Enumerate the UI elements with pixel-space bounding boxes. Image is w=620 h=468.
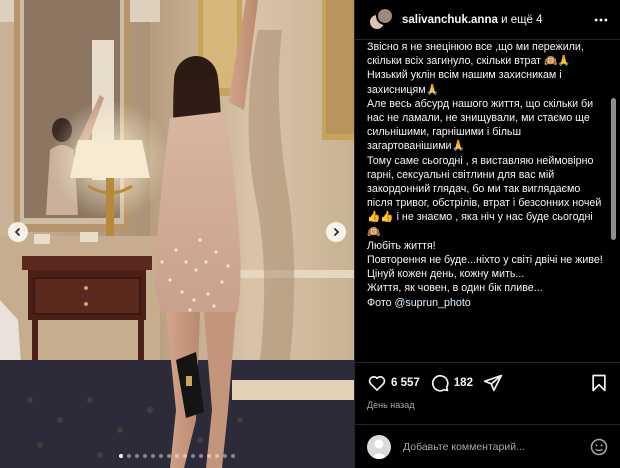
comment-count[interactable]: 182 (454, 377, 473, 389)
chevron-left-icon (14, 227, 21, 237)
caption-line: Життя, як човен, в один бік пливе... (367, 282, 543, 295)
default-user-icon (370, 439, 388, 459)
photographer-mention-link[interactable]: @suprun_photo (395, 297, 471, 309)
caption-line: Повторення не буде...ніхто у світі двічі… (367, 254, 603, 267)
caption-line: Цінуй кожен день, кожну мить... (367, 268, 525, 281)
carousel-dot[interactable] (215, 454, 219, 458)
carousel-dot[interactable] (183, 454, 187, 458)
share-button[interactable] (483, 373, 503, 393)
carousel-dot[interactable] (135, 454, 139, 458)
carousel-dot[interactable] (167, 454, 171, 458)
carousel-dot[interactable] (175, 454, 179, 458)
carousel-dot[interactable] (143, 454, 147, 458)
comment-input[interactable] (403, 440, 589, 453)
photo-scene (0, 0, 354, 468)
caption-line: Любіть життя! (367, 239, 436, 252)
comment-composer (355, 424, 620, 468)
caption-line: Низький уклін всім нашим захисникам і за… (367, 69, 562, 96)
carousel-dot[interactable] (207, 454, 211, 458)
like-count[interactable]: 6 557 (391, 377, 420, 389)
caption-line: Фото @suprun_photo (367, 296, 603, 310)
carousel-dots (0, 454, 354, 458)
save-button[interactable] (589, 373, 609, 398)
post-photo[interactable] (0, 0, 354, 468)
carousel-dot[interactable] (151, 454, 155, 458)
post-timestamp[interactable]: День назад (367, 400, 415, 410)
instagram-post: salivanchuk.anna и ещё 4 Звісно я не зне… (0, 0, 620, 468)
caption-photo-credit: Фото (367, 296, 395, 309)
caption-line: Звісно я не знецінюю все ,що ми пережили… (367, 41, 584, 68)
comment-icon (431, 374, 449, 392)
more-options-button[interactable] (592, 11, 610, 29)
emoji-icon[interactable] (589, 437, 609, 457)
carousel-dot[interactable] (199, 454, 203, 458)
caption-scrollbar[interactable] (611, 98, 616, 240)
carousel-dot[interactable] (231, 454, 235, 458)
avatar (367, 434, 391, 459)
collab-avatars[interactable] (368, 6, 394, 33)
collab-suffix[interactable]: и ещё 4 (498, 14, 542, 26)
carousel-dot[interactable] (223, 454, 227, 458)
caption-line: Але весь абсурд нашого життя, що скільки… (367, 97, 594, 153)
share-icon (483, 374, 503, 391)
carousel-prev-button[interactable] (8, 222, 28, 242)
like-button[interactable]: 6 557 (367, 373, 420, 393)
post-header: salivanchuk.anna и ещё 4 (355, 0, 620, 40)
heart-icon (368, 375, 386, 391)
comment-button[interactable]: 182 (430, 373, 473, 393)
carousel-dot[interactable] (119, 454, 123, 458)
post-side-panel: salivanchuk.anna и ещё 4 Звісно я не зне… (354, 0, 620, 468)
post-caption: Звісно я не знецінюю все ,що ми пережили… (367, 40, 603, 362)
carousel-next-button[interactable] (326, 222, 346, 242)
avatar (376, 6, 394, 25)
more-horizontal-icon (594, 18, 608, 21)
carousel-dot[interactable] (191, 454, 195, 458)
username[interactable]: salivanchuk.anna (402, 14, 498, 26)
carousel-dot[interactable] (159, 454, 163, 458)
post-author[interactable]: salivanchuk.anna и ещё 4 (402, 14, 592, 26)
caption-line: Тому саме сьогодні , я виставляю неймові… (367, 154, 602, 238)
post-actions: 6 557 182 (355, 362, 620, 402)
bookmark-icon (592, 374, 606, 392)
chevron-right-icon (333, 227, 340, 237)
carousel-dot[interactable] (127, 454, 131, 458)
